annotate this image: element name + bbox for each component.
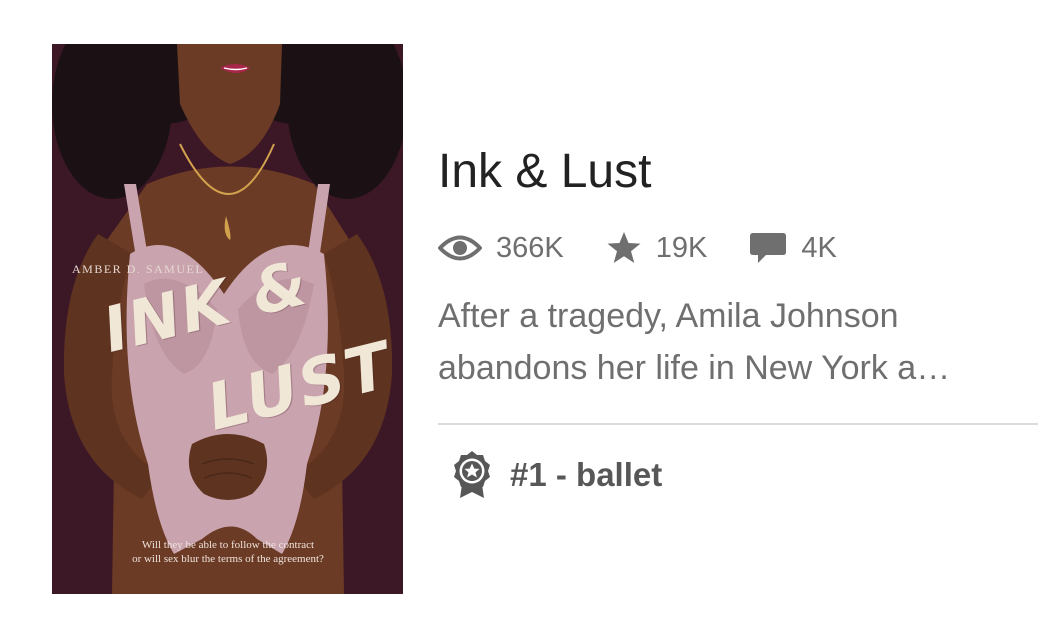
story-card[interactable]: AMBER D. SAMUEL INK & LUST Will they be … xyxy=(0,0,1038,630)
comments-stat: 4K xyxy=(749,231,837,265)
ranking-tag[interactable]: #1 - ballet xyxy=(452,450,662,500)
eye-icon xyxy=(438,235,482,261)
award-ribbon-icon xyxy=(454,451,490,498)
ranking-label: #1 - ballet xyxy=(510,456,663,493)
description-line-1: After a tragedy, Amila Johnson xyxy=(438,297,899,335)
divider xyxy=(438,423,1038,425)
cover-tagline: Will they be able to follow the contract… xyxy=(82,538,374,566)
description-line-2: abandons her life in New York a… xyxy=(438,349,951,387)
comment-icon xyxy=(750,233,787,263)
book-cover[interactable]: AMBER D. SAMUEL INK & LUST Will they be … xyxy=(52,44,403,594)
star-icon xyxy=(607,232,641,263)
comments-count: 4K xyxy=(801,231,837,264)
cover-tagline-line-1: Will they be able to follow the contract xyxy=(141,539,315,551)
reads-stat: 366K xyxy=(438,232,564,265)
votes-stat: 19K xyxy=(606,231,708,265)
cover-tagline-line-2: or will sex blur the terms of the agreem… xyxy=(132,553,324,565)
reads-count: 366K xyxy=(496,231,564,264)
story-title[interactable]: Ink & Lust xyxy=(438,144,651,199)
story-description: After a tragedy, Amila Johnson abandons … xyxy=(438,290,1028,394)
story-stats: 366K 19K 4K xyxy=(438,228,879,268)
votes-count: 19K xyxy=(655,231,708,264)
